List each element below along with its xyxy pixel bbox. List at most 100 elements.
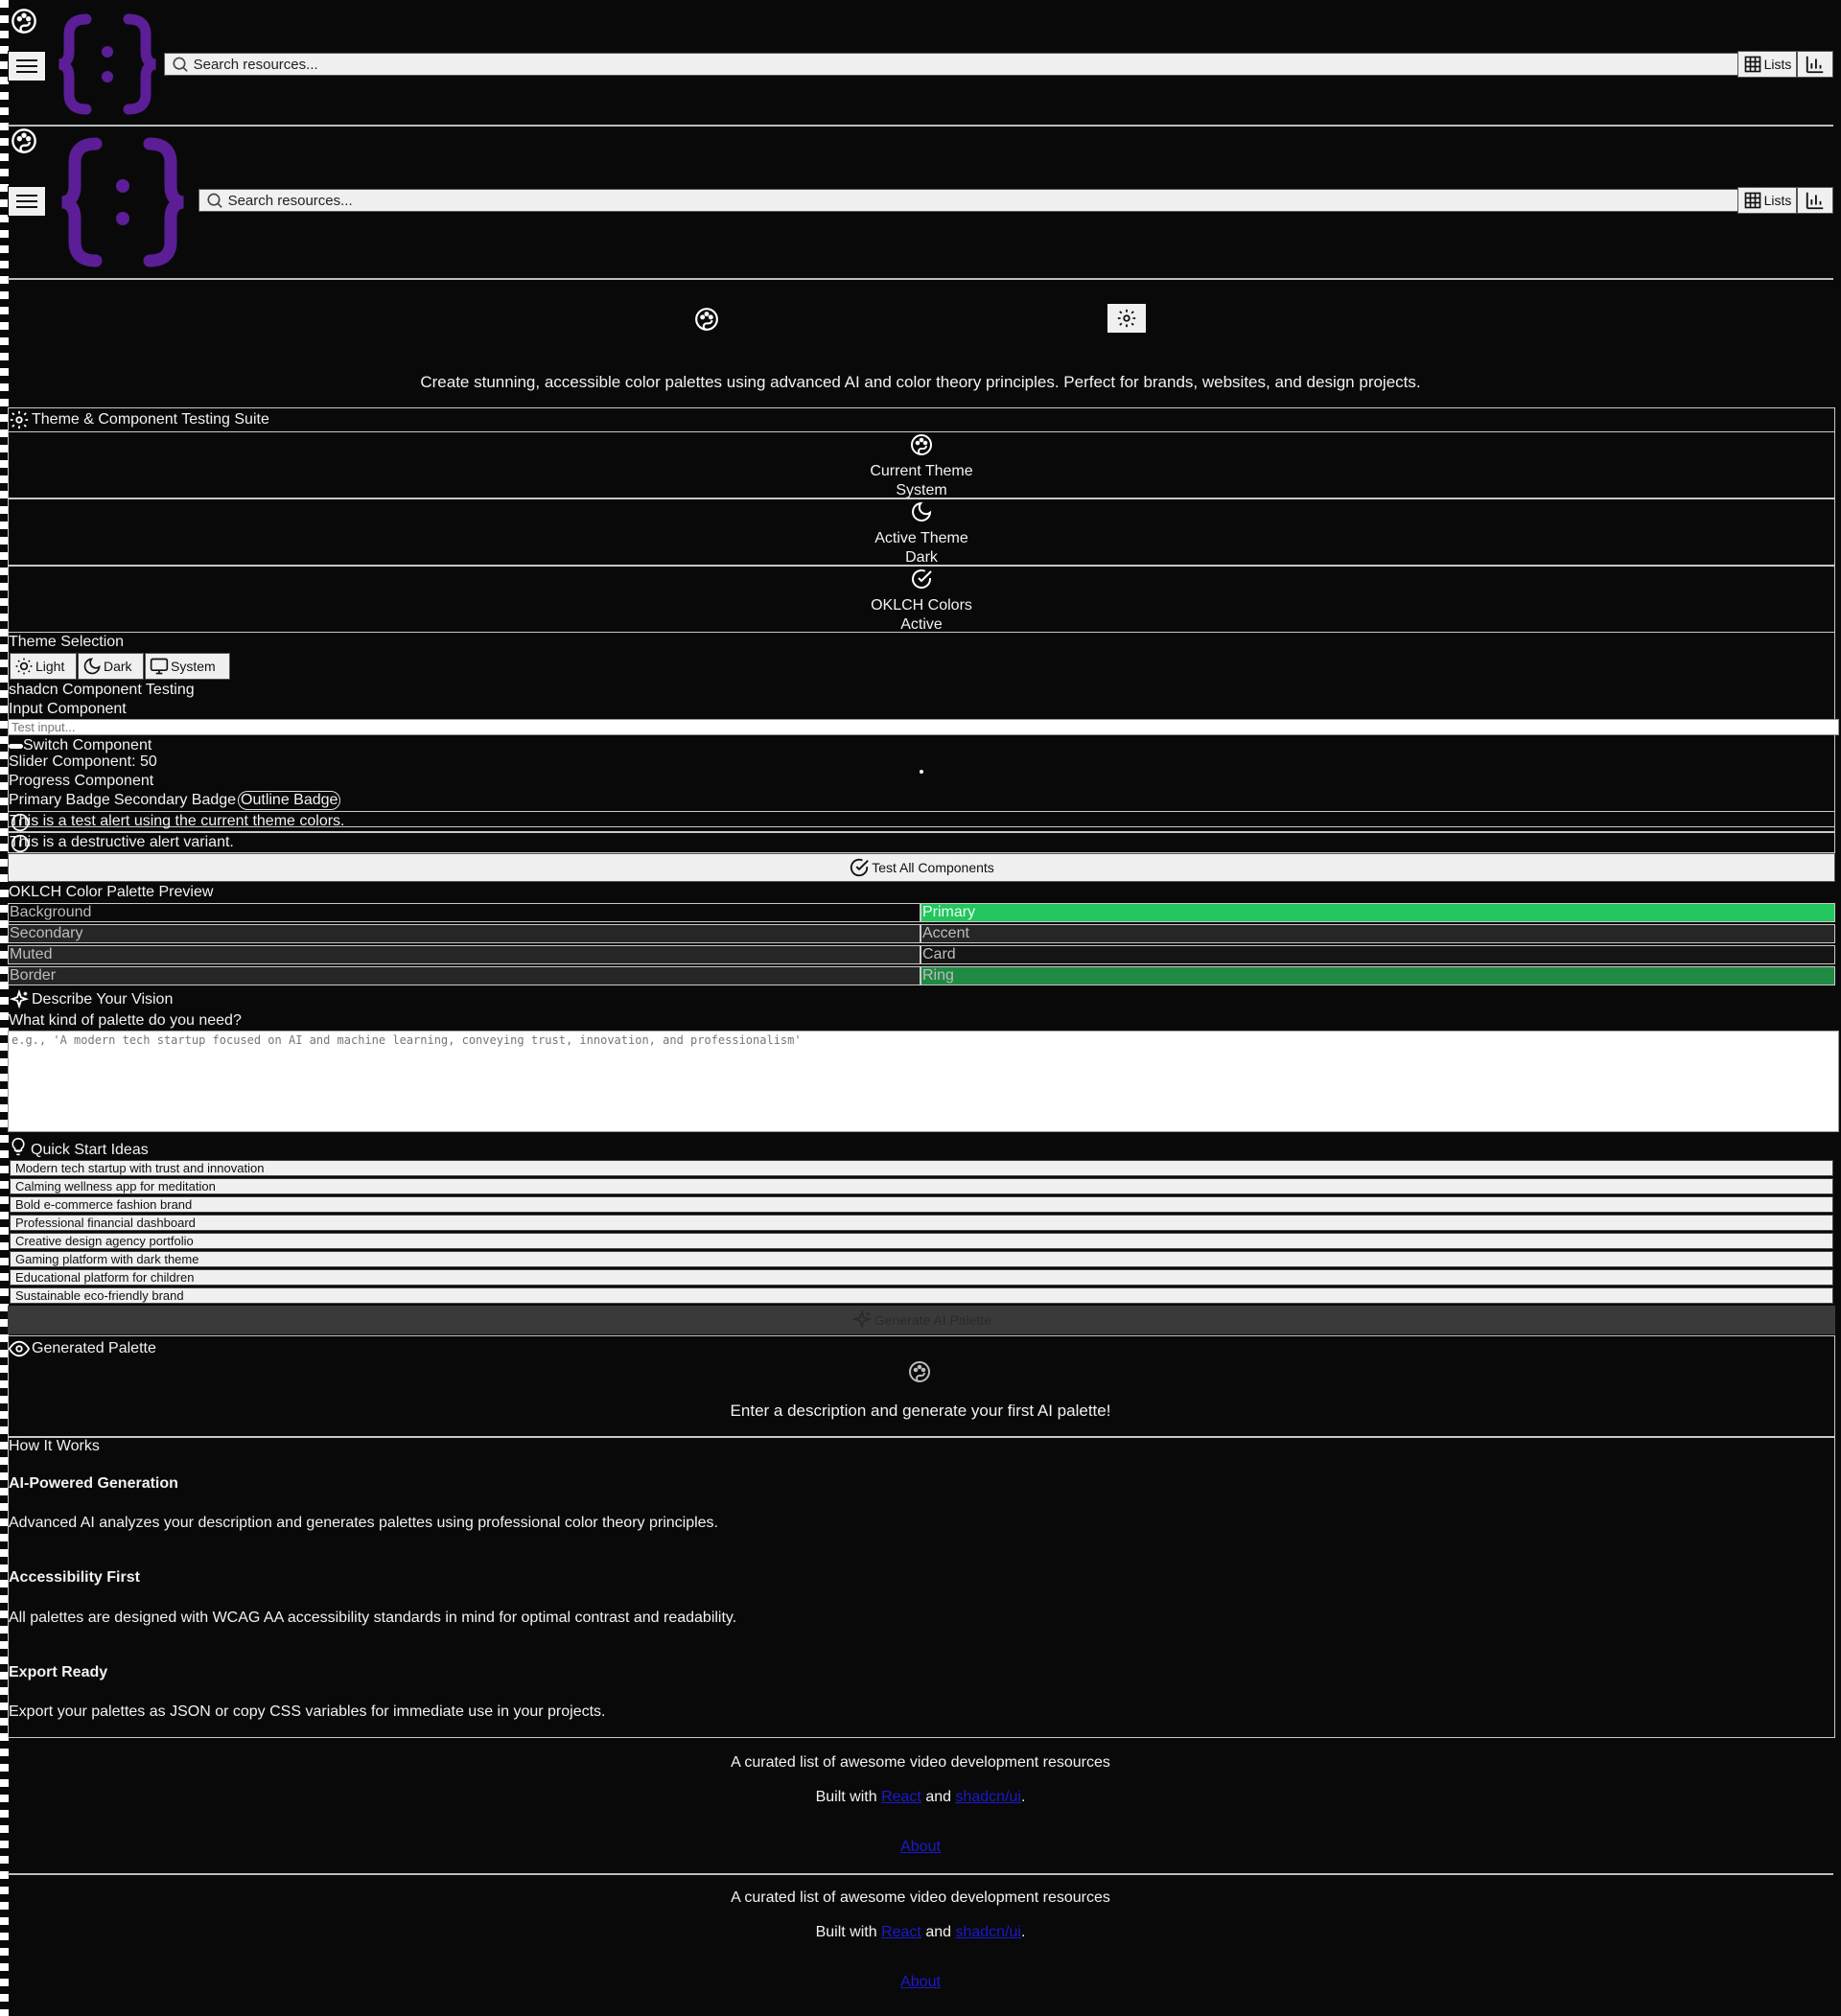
how-text: Advanced AI analyzes your description an…	[9, 1515, 718, 1531]
bar-chart-icon	[1806, 56, 1824, 74]
generate-button[interactable]: Generate AI Palette	[8, 1306, 1835, 1334]
stat-label: Active Theme	[874, 530, 968, 546]
testing-suite-title-text: Theme & Component Testing Suite	[32, 411, 269, 428]
component-testing-label: shadcn Component Testing	[9, 682, 195, 698]
site-header-inner: Lists	[8, 125, 1833, 280]
built-with-text: Built with	[815, 1789, 877, 1805]
moon-icon	[83, 658, 101, 675]
swatch-muted: Muted	[8, 945, 920, 964]
search-icon	[207, 193, 222, 208]
oklch-title: OKLCH Color Palette Preview	[9, 884, 214, 900]
vision-textarea[interactable]	[8, 1031, 1839, 1132]
search-icon	[173, 57, 188, 72]
stats-button[interactable]	[1797, 187, 1833, 214]
idea-item[interactable]: Sustainable eco-friendly brand	[10, 1287, 1833, 1304]
stats-button[interactable]	[1797, 51, 1833, 78]
alert-destructive-text: This is a destructive alert variant.	[10, 834, 234, 850]
swatch-background: Background	[8, 903, 920, 922]
lists-label: Lists	[1763, 57, 1792, 72]
badge-outline: Outline Badge	[238, 791, 341, 810]
lists-button[interactable]: Lists	[1737, 51, 1797, 78]
swatch-ring: Ring	[920, 966, 1835, 985]
how-heading: AI-Powered Generation	[9, 1475, 178, 1492]
idea-item[interactable]: Educational platform for children	[10, 1269, 1833, 1286]
theme-palette-button[interactable]	[8, 127, 40, 155]
stat-value: Dark	[905, 549, 938, 566]
test-all-label: Test All Components	[872, 860, 994, 875]
settings-button[interactable]	[1107, 304, 1146, 333]
search-bar[interactable]	[198, 189, 1738, 212]
react-link[interactable]: React	[881, 1789, 921, 1805]
and-text: and	[925, 1924, 952, 1940]
footer-built-with: Built with React and shadcn/ui.	[8, 1788, 1833, 1807]
moon-icon	[912, 501, 932, 521]
theme-light-button[interactable]: Light	[10, 653, 77, 680]
swatch-secondary: Secondary	[8, 924, 920, 943]
search-input[interactable]	[189, 56, 1737, 73]
menu-button[interactable]	[8, 51, 46, 81]
idea-item[interactable]: Professional financial dashboard	[10, 1215, 1833, 1231]
quick-start-title-text: Quick Start Ideas	[31, 1142, 149, 1158]
generated-title: Generated Palette	[9, 1338, 156, 1359]
logo-braces-icon	[61, 137, 184, 267]
about-link[interactable]: About	[900, 1839, 941, 1855]
footer-repeat: A curated list of awesome video developm…	[8, 1874, 1833, 2016]
slider-thumb[interactable]	[920, 770, 923, 774]
how-it-works-title: How It Works	[9, 1438, 100, 1454]
theme-dark-label: Dark	[104, 659, 132, 674]
idea-item[interactable]: Creative design agency portfolio	[10, 1233, 1833, 1249]
table-grid-icon	[1744, 192, 1760, 209]
stat-oklch: OKLCH Colors Active	[8, 566, 1835, 633]
hamburger-icon	[16, 59, 37, 73]
built-with-text: Built with	[815, 1924, 877, 1940]
stat-label: OKLCH Colors	[871, 597, 972, 614]
how-heading: Accessibility First	[9, 1569, 140, 1586]
sun-icon	[15, 658, 33, 675]
how-text: Export your palettes as JSON or copy CSS…	[9, 1703, 606, 1720]
theme-dark-button[interactable]: Dark	[78, 653, 144, 680]
how-it-works-card	[8, 1437, 1835, 1738]
search-input[interactable]	[223, 192, 1737, 209]
vision-title: Describe Your Vision	[9, 989, 173, 1010]
shadcn-link[interactable]: shadcn/ui	[955, 1924, 1021, 1940]
react-link[interactable]: React	[881, 1924, 921, 1940]
footer: A curated list of awesome video developm…	[8, 1738, 1833, 1875]
quick-start-title: Quick Start Ideas	[9, 1133, 149, 1160]
generated-empty-text: Enter a description and generate your fi…	[730, 1402, 1111, 1420]
testing-suite-title: Theme & Component Testing Suite	[9, 409, 269, 430]
bar-chart-icon	[1806, 192, 1824, 210]
switch-toggle[interactable]	[9, 743, 23, 749]
palette-icon	[911, 434, 932, 455]
and-text: and	[925, 1789, 952, 1805]
idea-item[interactable]: Calming wellness app for meditation	[10, 1178, 1833, 1194]
theme-selection-label: Theme Selection	[9, 634, 125, 650]
idea-item[interactable]: Gaming platform with dark theme	[10, 1251, 1833, 1267]
shadcn-link[interactable]: shadcn/ui	[955, 1789, 1021, 1805]
site-header: Lists	[8, 0, 1833, 127]
theme-system-label: System	[171, 659, 216, 674]
stat-value: System	[896, 482, 947, 498]
stat-value: Active	[900, 616, 943, 633]
test-input[interactable]	[8, 719, 1839, 735]
stat-active-theme: Active Theme Dark	[8, 498, 1835, 566]
footer-built-with: Built with React and shadcn/ui.	[8, 1923, 1833, 1942]
search-bar[interactable]	[164, 53, 1738, 76]
test-all-button[interactable]: Test All Components	[8, 853, 1835, 882]
generate-label: Generate AI Palette	[874, 1312, 992, 1328]
hero-palette-icon	[695, 308, 718, 331]
palette-icon	[12, 9, 36, 34]
idea-item[interactable]: Bold e-commerce fashion brand	[10, 1196, 1833, 1213]
vision-question: What kind of palette do you need?	[9, 1012, 242, 1029]
menu-button[interactable]	[8, 186, 46, 217]
theme-palette-button[interactable]	[8, 7, 40, 35]
table-grid-icon	[1744, 56, 1760, 73]
theme-light-label: Light	[35, 659, 65, 674]
idea-item[interactable]: Modern tech startup with trust and innov…	[10, 1160, 1833, 1176]
about-link[interactable]: About	[900, 1974, 941, 1990]
how-text: All palettes are designed with WCAG AA a…	[9, 1610, 737, 1626]
generated-card	[8, 1335, 1835, 1437]
theme-system-button[interactable]: System	[145, 653, 230, 680]
sparkles-icon	[9, 989, 30, 1009]
lists-button[interactable]: Lists	[1737, 187, 1797, 214]
alert-destructive: This is a destructive alert variant.	[8, 832, 1835, 853]
